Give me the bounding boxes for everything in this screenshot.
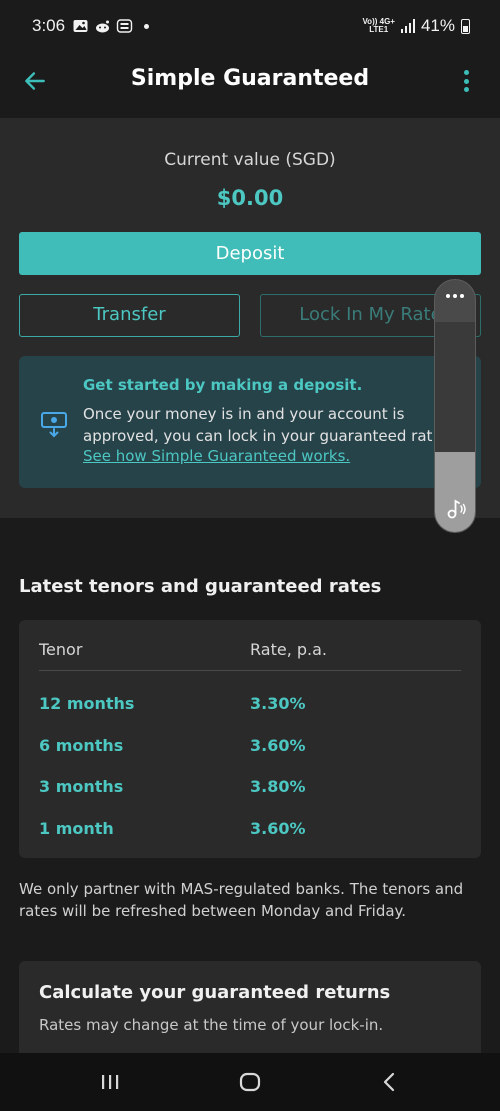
current-value-label: Current value (SGD) <box>164 150 336 170</box>
tenor-cell: 1 month <box>39 819 114 838</box>
deposit-button[interactable]: Deposit <box>19 232 481 275</box>
calculator-subtitle: Rates may change at the time of your loc… <box>39 1016 384 1034</box>
system-nav-bar <box>0 1053 500 1111</box>
reddit-icon <box>96 20 109 33</box>
rate-cell: 3.80% <box>250 777 306 796</box>
table-row: 12 months 3.30% <box>19 694 481 724</box>
table-row: 6 months 3.60% <box>19 736 481 766</box>
battery-icon <box>461 18 470 34</box>
volume-options-icon[interactable] <box>435 294 475 298</box>
network-label: Vo)) 4G+ LTE1 <box>362 17 395 34</box>
calculator-card[interactable]: Calculate your guaranteed returns Rates … <box>19 961 481 1061</box>
column-header-rate: Rate, p.a. <box>250 640 327 659</box>
get-started-body: Once your money is in and your account i… <box>83 405 433 445</box>
notification-icons <box>72 18 149 34</box>
kebab-menu-icon[interactable] <box>462 70 470 92</box>
recents-icon[interactable] <box>97 1069 123 1095</box>
account-summary: Current value (SGD) $0.00 Deposit Transf… <box>0 118 500 518</box>
more-notifications-dot <box>144 23 149 29</box>
header-divider <box>39 670 461 671</box>
battery-percent: 41% <box>420 16 455 35</box>
app-bar: Simple Guaranteed <box>0 56 500 118</box>
signal-icon <box>400 19 415 33</box>
tenor-cell: 6 months <box>39 736 124 755</box>
back-chevron-icon[interactable] <box>377 1069 403 1095</box>
rate-cell: 3.60% <box>250 819 306 838</box>
rate-cell: 3.30% <box>250 694 306 713</box>
column-header-tenor: Tenor <box>39 640 83 659</box>
disclaimer-text: We only partner with MAS-regulated banks… <box>19 880 464 920</box>
calculator-title: Calculate your guaranteed returns <box>39 982 391 1003</box>
volume-panel[interactable] <box>434 279 476 533</box>
get-started-card: Get started by making a deposit. Once yo… <box>19 356 481 488</box>
music-note-icon[interactable] <box>443 496 469 522</box>
page-title: Simple Guaranteed <box>130 66 370 91</box>
transfer-button[interactable]: Transfer <box>19 294 240 337</box>
touch-n-go-icon <box>116 19 133 33</box>
gallery-icon <box>73 20 88 32</box>
tenor-cell: 12 months <box>39 694 135 713</box>
rates-heading: Latest tenors and guaranteed rates <box>19 576 382 597</box>
status-bar: 3:06 Vo)) 4G+ LTE1 41% <box>0 0 500 56</box>
rate-cell: 3.60% <box>250 736 306 755</box>
rates-table: Tenor Rate, p.a. 12 months 3.30% 6 month… <box>19 620 481 858</box>
how-it-works-link[interactable]: See how Simple Guaranteed works. <box>83 447 350 465</box>
status-indicators: Vo)) 4G+ LTE1 41% <box>362 16 470 36</box>
table-row: 1 month 3.60% <box>19 819 481 849</box>
current-value: $0.00 <box>216 186 284 210</box>
status-time: 3:06 <box>32 16 66 35</box>
deposit-money-icon <box>41 412 67 438</box>
tenor-cell: 3 months <box>39 777 124 796</box>
table-row: 3 months 3.80% <box>19 777 481 807</box>
get-started-title: Get started by making a deposit. <box>83 376 363 394</box>
home-icon[interactable] <box>237 1069 263 1095</box>
